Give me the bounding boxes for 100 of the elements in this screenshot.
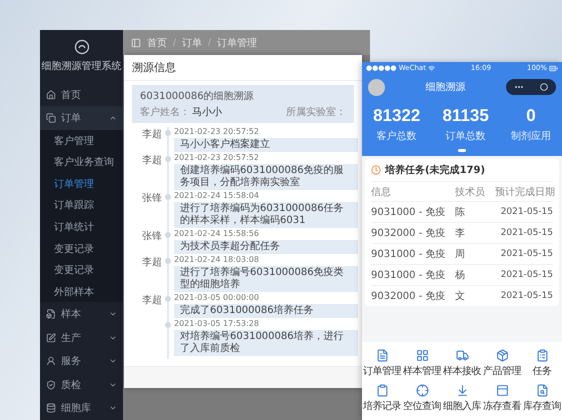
column-header: 技术员 (455, 186, 486, 198)
table-cell-text: 9031000 - 免疫 (371, 206, 447, 219)
table-cell-text: 9032000 - 免疫 (371, 226, 447, 240)
breadcrumb-separator: / (208, 38, 212, 48)
shortcut-button[interactable]: 细胞入库 (442, 381, 482, 416)
shortcut-button[interactable]: 订单管理 (362, 346, 402, 381)
stat-label: 制剂应用 (510, 130, 551, 143)
circle-icon (540, 83, 548, 91)
shortcut-icon (456, 384, 468, 397)
person-name: 李超 (141, 154, 162, 168)
wifi-icon (428, 64, 435, 72)
sidebar-item[interactable]: 订单 (40, 106, 123, 130)
sidebar-toggle-icon[interactable] (131, 38, 141, 48)
timeline-dot (165, 322, 171, 328)
shortcut-button[interactable]: 样本管理 (402, 346, 442, 381)
stat-value: 81135 (442, 106, 489, 126)
logo-icon (74, 39, 90, 56)
table-cell-text: 2021-05-15 (500, 228, 553, 238)
person-name: 李超 (141, 294, 162, 308)
shortcut-icon (416, 384, 428, 397)
sidebar-item[interactable]: 生产 (40, 326, 123, 350)
timeline-dot (165, 232, 171, 238)
table-cell-text: 9032000 - 免疫 (371, 290, 447, 303)
stat-label: 订单总数 (446, 130, 486, 143)
table-cell-text: 2021-05-15 (500, 291, 553, 301)
lab-label: 所属实验室： (286, 106, 346, 119)
shortcut-icon (536, 349, 548, 362)
timeline-dot (165, 258, 171, 264)
event-description: 进行了培养编码为6031000086任务的样本采样，样本编码6031 (174, 202, 358, 228)
table-cell-text: 2021-05-15 (500, 270, 553, 280)
column-header: 预计完成日期 (495, 186, 553, 198)
battery-icon (549, 64, 558, 72)
table-cell-text: 杨 (455, 268, 466, 282)
shortcut-icon (536, 384, 548, 397)
event-time: 2021-02-24 18:03:08 (174, 255, 260, 265)
shortcut-icon (376, 349, 388, 362)
timeline-dot (165, 194, 171, 200)
customer-label: 客户姓名： (140, 106, 190, 119)
event-description: 完成了6031000086培养任务 (174, 304, 358, 318)
event-description: 对培养编号6031000086培养，进行了入库前质检 (174, 330, 358, 356)
table-cell-text: 陈 (455, 206, 466, 219)
sidebar-subitem[interactable]: 客户业务查询 (40, 152, 123, 174)
shortcut-button[interactable]: 培养记录 (362, 381, 402, 416)
sidebar-subitem[interactable]: 变更记录 (40, 238, 123, 260)
summary-heading: 6031000086的细胞溯源 (140, 90, 255, 103)
customer-name: 马小小 (192, 106, 222, 119)
timeline-dot (165, 130, 171, 136)
event-description: 为技术员李超分配任务 (174, 240, 358, 254)
page-indicator (458, 149, 466, 152)
person-name: 李超 (141, 256, 162, 270)
event-time: 2021-02-24 15:58:04 (174, 191, 260, 201)
sidebar-subitem[interactable]: 外部样本 (40, 280, 123, 302)
shortcut-button[interactable]: 库存查询 (522, 381, 562, 416)
event-time: 2021-02-23 20:57:52 (174, 153, 260, 163)
sidebar-subitem[interactable]: 订单跟踪 (40, 194, 123, 216)
table-cell-text: 周 (455, 248, 466, 261)
timeline-dot (165, 156, 171, 162)
page-title: 细胞溯源 (426, 81, 466, 94)
table-cell-text: 2021-05-15 (500, 249, 553, 259)
timeline-dot (165, 296, 171, 302)
shortcut-icon (496, 349, 508, 362)
table-cell-text: 9031000 - 免疫 (371, 248, 447, 261)
sidebar-item[interactable]: 样本 (40, 302, 123, 326)
clock-icon (371, 165, 381, 175)
shortcut-icon (456, 349, 468, 362)
modal-title: 溯源信息 (124, 55, 362, 81)
shortcut-button[interactable]: 产品管理 (482, 346, 522, 381)
shortcut-button[interactable]: 任务 (522, 346, 562, 381)
sidebar-subitem[interactable]: 客户管理 (40, 130, 123, 152)
sidebar-item[interactable]: 首页 (40, 82, 123, 106)
shortcut-button[interactable]: 空位查询 (402, 381, 442, 416)
shortcut-button[interactable]: 冻存查看 (482, 381, 522, 416)
event-description: 马小小客户档案建立 (174, 138, 358, 152)
shortcut-icon (416, 349, 428, 362)
event-time: 2021-02-23 20:57:52 (174, 127, 260, 137)
event-description: 进行了培养编号6031000086免疫类型的细胞培养 (174, 266, 358, 292)
sidebar-subitem[interactable]: 变更记录 (40, 259, 123, 281)
person-name: 李超 (141, 128, 162, 142)
shortcut-icon (496, 384, 508, 397)
table-cell-text: 文 (455, 290, 466, 303)
event-description: 创建培养编码6031000086免疫的服务项目，分配培养南实验室 (174, 164, 358, 190)
stat-value: 0 (526, 106, 536, 126)
stat-label: 客户总数 (376, 130, 417, 143)
person-name: 张锋 (141, 192, 162, 206)
sidebar-item[interactable]: 质检 (40, 373, 123, 397)
column-header: 信息 (371, 186, 392, 198)
card-title: 培养任务(未完成179) (385, 163, 486, 177)
shortcut-button[interactable]: 样本接收 (442, 346, 482, 381)
event-time: 2021-03-05 17:53:28 (174, 319, 260, 329)
breadcrumb-separator: / (173, 38, 176, 48)
event-time: 2021-02-24 15:58:56 (174, 229, 260, 239)
avatar (368, 78, 385, 96)
capsule-menu[interactable] (506, 79, 556, 95)
app-title: 细胞溯源管理系统 (42, 60, 122, 74)
table-cell-text: 9031000 - 免疫 (371, 268, 447, 282)
sidebar-subitem[interactable]: 订单统计 (40, 216, 123, 238)
sidebar-subitem[interactable]: 订单管理 (40, 173, 123, 195)
sidebar-item[interactable]: 细胞库 (40, 396, 123, 420)
sidebar-item[interactable]: 服务 (40, 349, 123, 373)
shortcut-icon (376, 384, 388, 397)
